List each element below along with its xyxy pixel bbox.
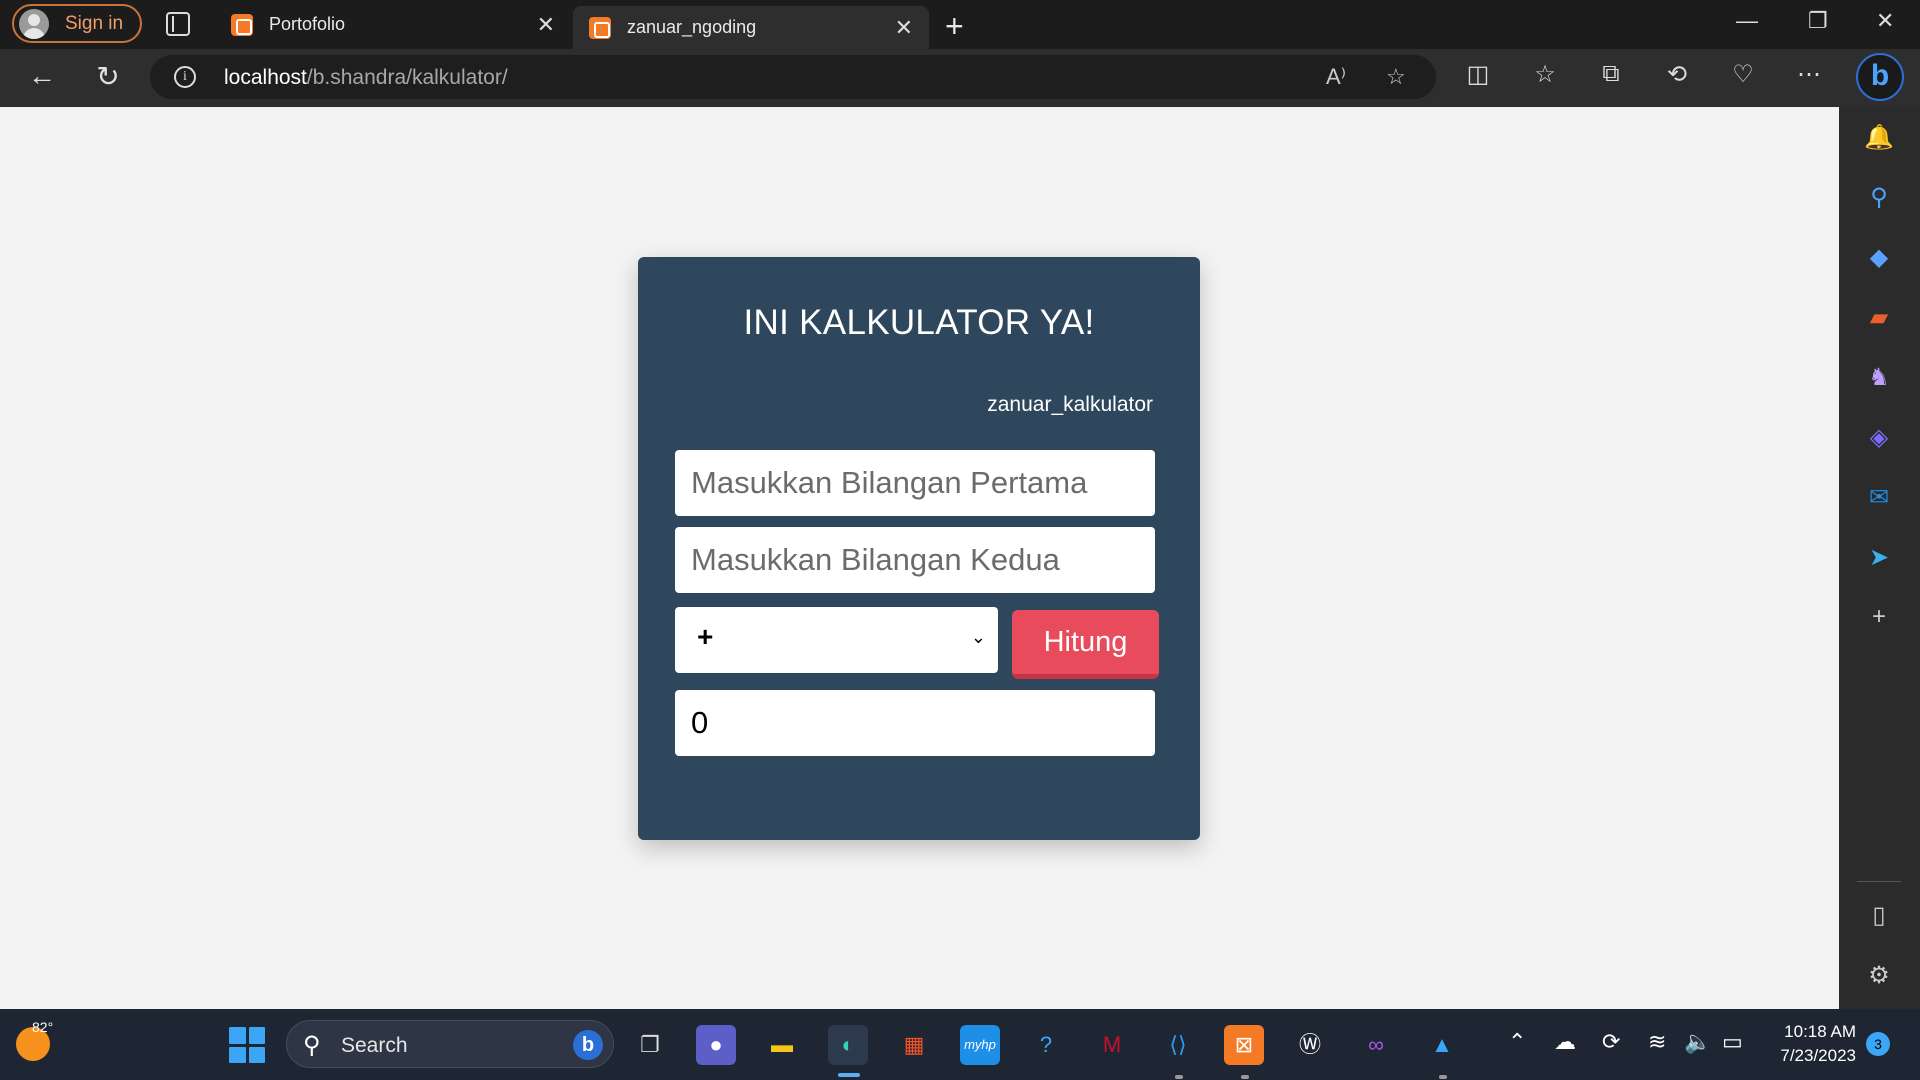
- drop-send-icon[interactable]: ➤: [1863, 543, 1895, 575]
- close-tab-icon[interactable]: ✕: [895, 15, 913, 41]
- calculator-brand: zanuar_kalkulator: [987, 393, 1153, 416]
- mcafee-icon[interactable]: M: [1092, 1025, 1132, 1065]
- xampp-favicon-icon: [589, 16, 611, 39]
- hide-sidebar-icon[interactable]: ▯: [1863, 901, 1895, 933]
- sync-icon[interactable]: ⟳: [1602, 1029, 1620, 1055]
- running-app-indicator: [1439, 1075, 1447, 1079]
- games-icon[interactable]: ♞: [1863, 363, 1895, 395]
- microsoft-365-icon[interactable]: ◈: [1863, 423, 1895, 455]
- taskbar-search-label: Search: [341, 1034, 408, 1057]
- edge-browser-icon[interactable]: ◐: [828, 1025, 868, 1065]
- browser-toolbar: ← ↻ i localhost/b.shandra/kalkulator/ A⁾…: [0, 49, 1920, 107]
- running-app-indicator: [1241, 1075, 1249, 1079]
- tab-title: zanuar_ngoding: [627, 17, 757, 37]
- refresh-icon[interactable]: ↻: [90, 60, 126, 93]
- add-sidebar-app-icon[interactable]: +: [1863, 603, 1895, 635]
- profile-signin-button[interactable]: Sign in: [12, 4, 142, 43]
- tab-zanuar-ngoding[interactable]: zanuar_ngoding ✕: [573, 6, 929, 49]
- task-view-icon[interactable]: ❐: [630, 1025, 670, 1065]
- sidebar-divider: [1857, 881, 1901, 882]
- myhp-icon[interactable]: myhp: [960, 1025, 1000, 1065]
- weather-temperature: 82°: [32, 1019, 54, 1035]
- tab-title: Portofolio: [269, 14, 346, 34]
- bing-icon[interactable]: b: [573, 1030, 603, 1060]
- search-icon[interactable]: ⚲: [1863, 183, 1895, 215]
- edge-sidebar: 🔔 ⚲ ◆ ▰ ♞ ◈ ✉ ➤ + ▯ ⚙: [1839, 107, 1920, 1009]
- collections-icon[interactable]: ⧉: [1595, 60, 1627, 88]
- read-aloud-icon[interactable]: A⁾: [1326, 64, 1346, 90]
- taskbar-search[interactable]: ⚲ Search b: [286, 1020, 614, 1068]
- windows-taskbar: 82° ⚲ Search b ❐ ● ▬ ◐ ▦ myhp ? M ⟨⟩ ⊠ Ⓦ…: [0, 1009, 1920, 1080]
- photos-icon[interactable]: ▲: [1422, 1025, 1462, 1065]
- xampp-icon[interactable]: ⊠: [1224, 1025, 1264, 1065]
- battery-icon[interactable]: ▭: [1722, 1029, 1743, 1055]
- onedrive-cloud-icon[interactable]: ☁: [1554, 1029, 1576, 1055]
- page-viewport: INI KALKULATOR YA! zanuar_kalkulator + ⌄…: [0, 107, 1839, 1009]
- microsoft-store-icon[interactable]: ▦: [894, 1025, 934, 1065]
- teams-chat-icon[interactable]: ●: [696, 1025, 736, 1065]
- browser-essentials-icon[interactable]: ♡: [1727, 60, 1759, 89]
- address-bar[interactable]: i localhost/b.shandra/kalkulator/ A⁾ ☆: [150, 55, 1436, 99]
- settings-gear-icon[interactable]: ⚙: [1863, 961, 1895, 993]
- close-tab-icon[interactable]: ✕: [537, 12, 555, 38]
- bing-copilot-icon[interactable]: b: [1856, 53, 1904, 101]
- site-info-icon[interactable]: i: [174, 66, 196, 88]
- outlook-icon[interactable]: ✉: [1863, 483, 1895, 515]
- minimize-icon[interactable]: —: [1736, 8, 1758, 34]
- wifi-icon[interactable]: ≋: [1648, 1029, 1666, 1055]
- clock-date: 7/23/2023: [1780, 1046, 1856, 1065]
- avatar-icon: [19, 8, 49, 39]
- tab-actions-icon[interactable]: [166, 12, 190, 36]
- operator-selected-value: +: [697, 621, 714, 652]
- address-url[interactable]: localhost/b.shandra/kalkulator/: [224, 66, 508, 90]
- split-screen-icon[interactable]: ◫: [1462, 60, 1494, 89]
- shopping-tag-icon[interactable]: ◆: [1863, 243, 1895, 275]
- tab-portofolio[interactable]: Portofolio ✕: [215, 0, 571, 49]
- first-number-input[interactable]: [675, 450, 1155, 516]
- running-app-indicator: [1175, 1075, 1183, 1079]
- volume-icon[interactable]: 🔈: [1684, 1029, 1711, 1055]
- file-explorer-icon[interactable]: ▬: [762, 1025, 802, 1065]
- operator-select[interactable]: + ⌄: [675, 607, 998, 673]
- bell-icon[interactable]: 🔔: [1863, 123, 1895, 155]
- signin-label: Sign in: [65, 12, 124, 34]
- wordpress-icon[interactable]: Ⓦ: [1290, 1025, 1330, 1065]
- second-number-input[interactable]: [675, 527, 1155, 593]
- clock-time: 10:18 AM: [1784, 1022, 1856, 1041]
- browser-title-bar: Sign in Portofolio ✕ zanuar_ngoding ✕ + …: [0, 0, 1920, 49]
- chevron-down-icon: ⌄: [970, 627, 986, 647]
- restore-icon[interactable]: ❐: [1808, 8, 1828, 34]
- notification-badge[interactable]: 3: [1866, 1032, 1890, 1056]
- active-app-indicator: [838, 1073, 860, 1077]
- favorite-star-icon[interactable]: ☆: [1386, 64, 1406, 90]
- history-icon[interactable]: ⟲: [1661, 60, 1693, 89]
- favorites-icon[interactable]: ☆: [1529, 60, 1561, 89]
- new-tab-plus-icon[interactable]: +: [945, 8, 964, 45]
- close-window-icon[interactable]: ✕: [1876, 8, 1894, 34]
- xampp-favicon-icon: [231, 13, 253, 36]
- compute-button[interactable]: Hitung: [1012, 610, 1159, 679]
- show-hidden-icons-chevron-icon[interactable]: ⌃: [1508, 1029, 1526, 1055]
- vscode-icon[interactable]: ⟨⟩: [1158, 1025, 1198, 1065]
- back-arrow-icon[interactable]: ←: [24, 60, 60, 92]
- windows-start-icon[interactable]: [229, 1027, 265, 1063]
- calculator-title: INI KALKULATOR YA!: [743, 303, 1095, 342]
- taskbar-clock[interactable]: 10:18 AM 7/23/2023: [1764, 1020, 1856, 1068]
- result-output[interactable]: 0: [675, 690, 1155, 756]
- visual-studio-icon[interactable]: ∞: [1356, 1025, 1396, 1065]
- more-menu-icon[interactable]: ⋯: [1793, 60, 1825, 89]
- get-help-icon[interactable]: ?: [1026, 1025, 1066, 1065]
- calculator-card: INI KALKULATOR YA! zanuar_kalkulator + ⌄…: [638, 257, 1200, 840]
- search-icon: ⚲: [303, 1032, 321, 1059]
- tools-briefcase-icon[interactable]: ▰: [1863, 303, 1895, 335]
